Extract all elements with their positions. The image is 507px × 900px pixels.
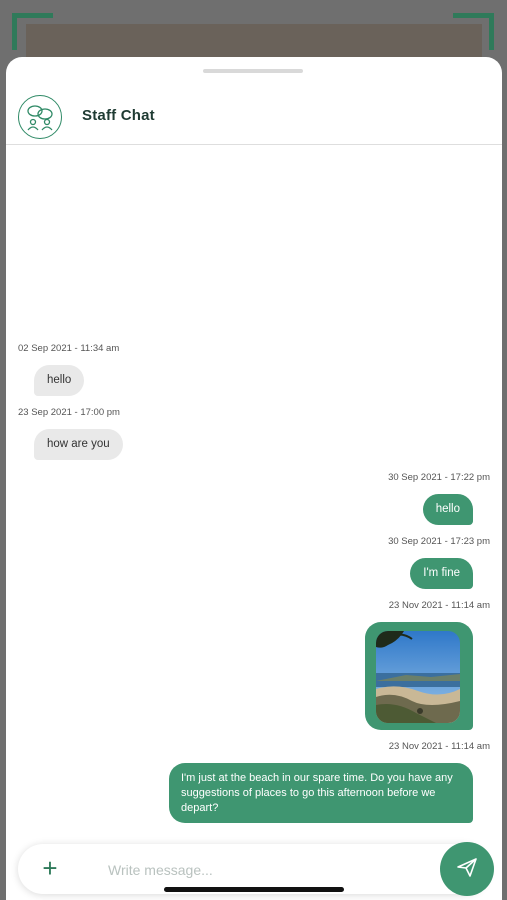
message-timestamp: 30 Sep 2021 - 17:23 pm xyxy=(388,536,490,547)
incoming-message[interactable]: how are you xyxy=(34,429,123,460)
chat-title: Staff Chat xyxy=(82,107,155,124)
scan-frame-corner-top-left xyxy=(12,13,53,50)
message-timestamp: 23 Sep 2021 - 17:00 pm xyxy=(18,407,120,418)
incoming-message[interactable]: hello xyxy=(34,365,85,396)
message-timestamp: 23 Nov 2021 - 11:14 am xyxy=(388,741,490,752)
message-timestamp: 30 Sep 2021 - 17:22 pm xyxy=(388,472,490,483)
send-icon xyxy=(455,855,479,884)
plus-icon[interactable]: + xyxy=(36,854,64,882)
outgoing-image-message[interactable] xyxy=(365,622,473,730)
message-timestamp: 23 Nov 2021 - 11:14 am xyxy=(388,600,490,611)
group-chat-icon[interactable] xyxy=(18,95,62,139)
outgoing-message[interactable]: I'm fine xyxy=(410,558,473,589)
beach-photo[interactable] xyxy=(376,631,460,723)
home-indicator[interactable] xyxy=(164,887,344,892)
outgoing-message[interactable]: hello xyxy=(422,494,473,525)
message-input[interactable] xyxy=(106,858,410,882)
sheet-drag-handle[interactable] xyxy=(203,69,303,73)
outgoing-message[interactable]: I'm just at the beach in our spare time.… xyxy=(169,763,473,823)
message-timestamp: 02 Sep 2021 - 11:34 am xyxy=(18,343,120,354)
chat-sheet: Staff Chat 02 Sep 2021 - 11:34 am hello … xyxy=(6,57,502,900)
scan-frame-corner-top-right xyxy=(453,13,494,50)
send-button[interactable] xyxy=(440,842,494,896)
chat-header: Staff Chat xyxy=(6,87,502,145)
